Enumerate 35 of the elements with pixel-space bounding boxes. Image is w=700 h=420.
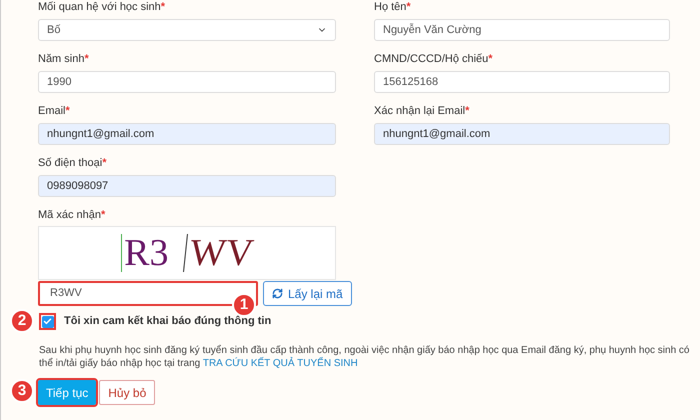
input-field[interactable]: 156125168: [374, 71, 670, 93]
checkmark-icon: [43, 317, 52, 326]
required-asterisk: *: [488, 52, 493, 66]
field-label: Email: [38, 104, 66, 118]
field-label: Năm sinh: [38, 52, 84, 66]
input-field[interactable]: 1990: [38, 71, 336, 93]
agreement-label: Tôi xin cam kết khai báo đúng thông tin: [64, 314, 272, 330]
required-asterisk: *: [84, 52, 89, 66]
field-label: Mã xác nhận: [38, 208, 101, 222]
required-asterisk: *: [465, 104, 470, 118]
agreement-checkbox[interactable]: [39, 313, 56, 330]
refresh-icon: [272, 288, 283, 299]
field-label: Mối quan hệ với học sinh: [38, 0, 161, 14]
refresh-code-button[interactable]: Lấy lại mã: [263, 281, 352, 306]
input-field[interactable]: nhungnt1@gmail.com: [374, 123, 670, 145]
instruction-paragraph: Sau khi phụ huynh học sinh đăng ký tuyển sinh đầu cấp thành công, ngoài việc nhận giấy báo nhập học qua Email đăng ký, phụ huynh học sinh có thể in/tải giấy báo nhập học tại trang TRA CỨU KẾT QUẢ TUYỂN SINH: [38, 344, 690, 370]
required-asterisk: *: [102, 156, 106, 170]
step-number-badge: 1: [232, 293, 256, 317]
field-label: Họ tên: [374, 0, 406, 14]
captcha-image: R3 WV: [38, 226, 336, 280]
field-label: Xác nhận lại Email: [374, 104, 466, 118]
required-asterisk: *: [66, 104, 70, 118]
required-asterisk: *: [160, 0, 166, 14]
input-field[interactable]: Nguyễn Văn Cường: [374, 19, 670, 41]
select-field[interactable]: Bố: [38, 19, 336, 41]
field-label: Số điện thoại: [38, 156, 102, 170]
required-asterisk: *: [100, 208, 106, 222]
required-asterisk: *: [406, 0, 411, 14]
input-field[interactable]: 0989098097: [38, 175, 336, 197]
lookup-results-link[interactable]: TRA CỨU KẾT QUẢ TUYỂN SINH: [202, 358, 358, 369]
field-label: CMND/CCCD/Hộ chiếu: [374, 52, 488, 66]
step-number-badge: 3: [10, 379, 34, 403]
step-number-badge: 2: [10, 309, 34, 333]
input-field[interactable]: nhungnt1@gmail.com: [38, 123, 336, 145]
cancel-button[interactable]: Hủy bỏ: [99, 380, 156, 405]
